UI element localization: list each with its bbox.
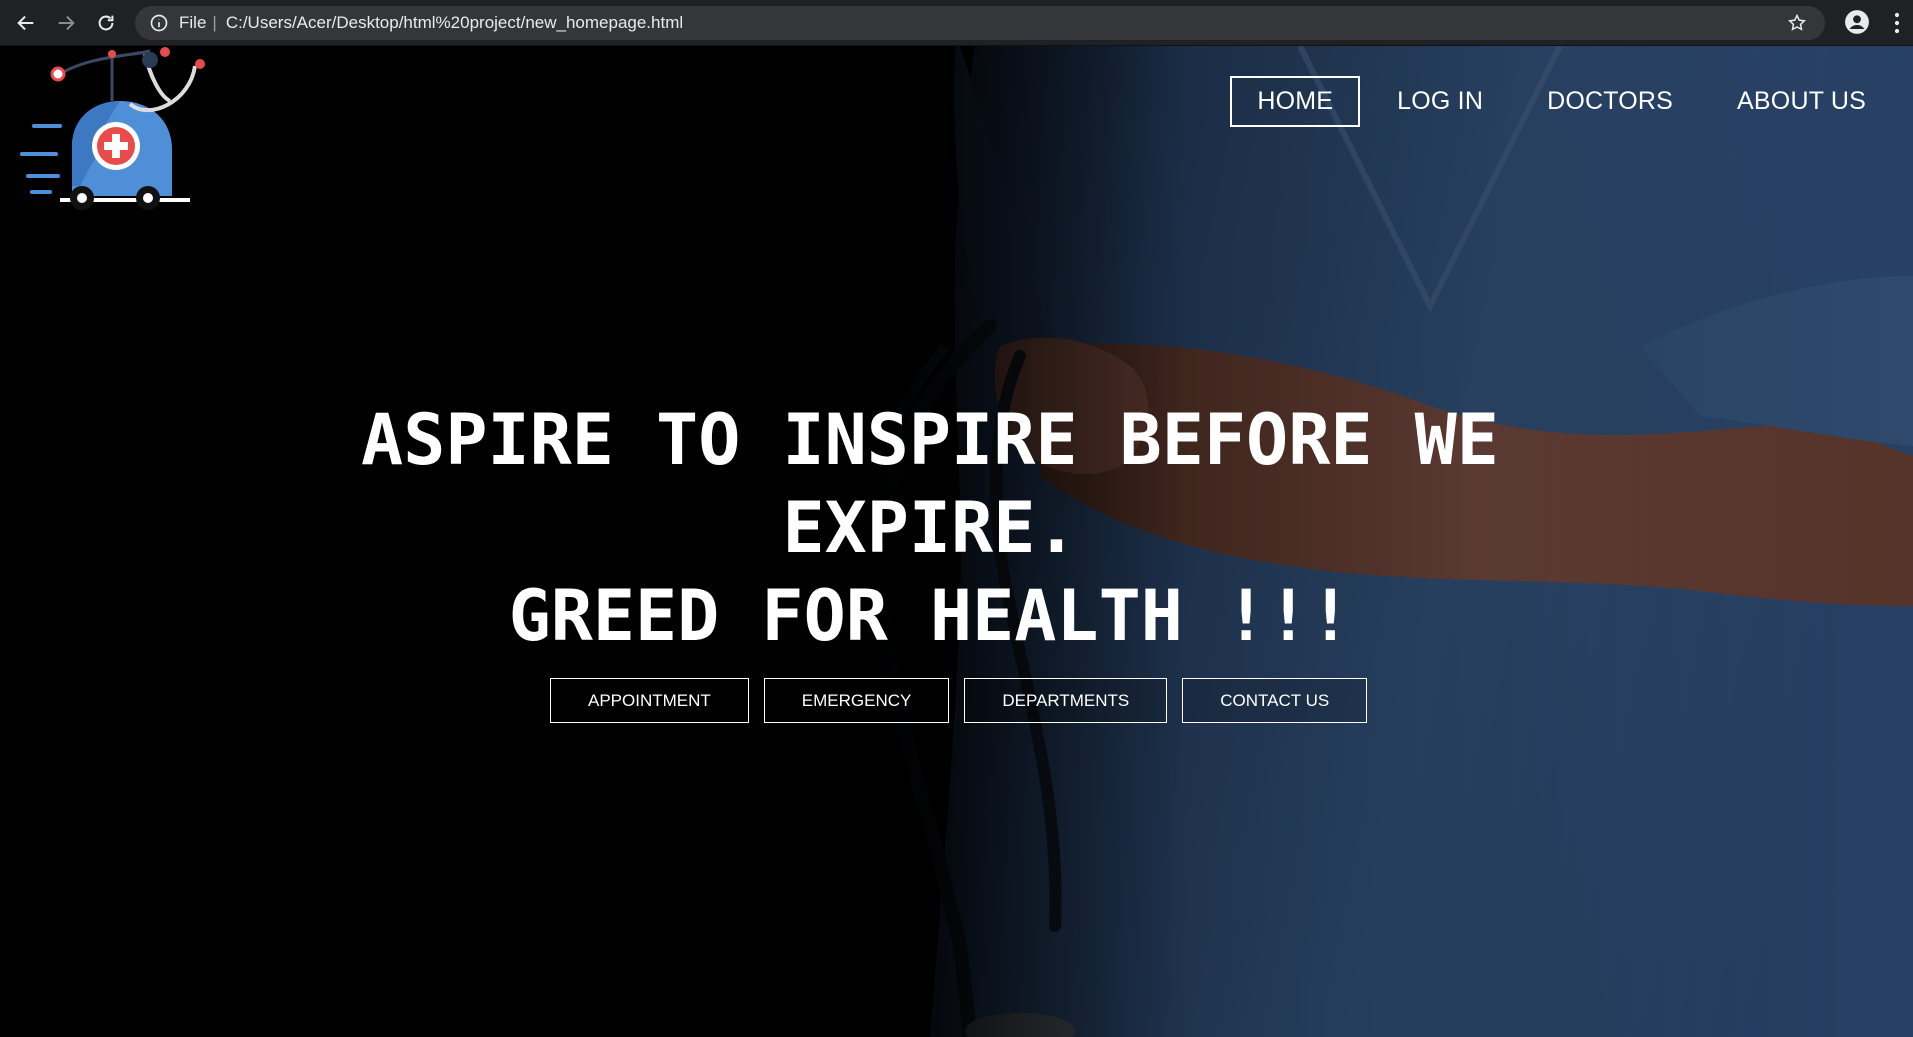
emergency-button[interactable]: EMERGENCY [763,678,950,723]
back-button[interactable] [6,3,46,43]
main-navigation: HOME LOG IN DOCTORS ABOUT US [1230,76,1893,127]
appointment-button[interactable]: APPOINTMENT [550,678,749,723]
hero-line-3: GREED FOR HEALTH !!! [508,575,1352,657]
contact-us-button[interactable]: CONTACT US [1182,678,1368,723]
hero-line-2: EXPIRE. [782,487,1078,569]
forward-button[interactable] [46,3,86,43]
hero-line-1: ASPIRE TO INSPIRE BEFORE WE [361,399,1499,481]
back-arrow-icon [17,15,34,30]
ambulance-stethoscope-logo[interactable] [20,46,215,221]
url-separator: | [212,13,217,32]
departments-button[interactable]: DEPARTMENTS [964,678,1168,723]
reload-icon [98,15,114,30]
info-icon[interactable] [149,13,169,33]
star-icon[interactable] [1787,13,1807,33]
more-vert-icon[interactable] [1893,11,1901,35]
nav-login-link[interactable]: LOG IN [1370,76,1510,127]
nav-doctors-link[interactable]: DOCTORS [1520,76,1700,127]
hero-button-row: APPOINTMENT EMERGENCY DEPARTMENTS CONTAC… [550,678,1368,723]
address-bar[interactable]: File | C:/Users/Acer/Desktop/html%20proj… [135,6,1825,40]
url-text[interactable]: C:/Users/Acer/Desktop/html%20project/new… [226,13,683,33]
homepage: HOME LOG IN DOCTORS ABOUT US ASPIRE TO I… [0,46,1913,1037]
hero-headline: ASPIRE TO INSPIRE BEFORE WE EXPIRE. GREE… [300,396,1560,660]
nav-about-link[interactable]: ABOUT US [1710,76,1893,127]
forward-arrow-icon [58,15,75,30]
url-scheme-label: File [179,13,207,32]
browser-toolbar: File | C:/Users/Acer/Desktop/html%20proj… [0,0,1913,46]
profile-icon[interactable] [1844,9,1870,35]
nav-home-link[interactable]: HOME [1230,76,1361,127]
reload-button[interactable] [86,3,126,43]
